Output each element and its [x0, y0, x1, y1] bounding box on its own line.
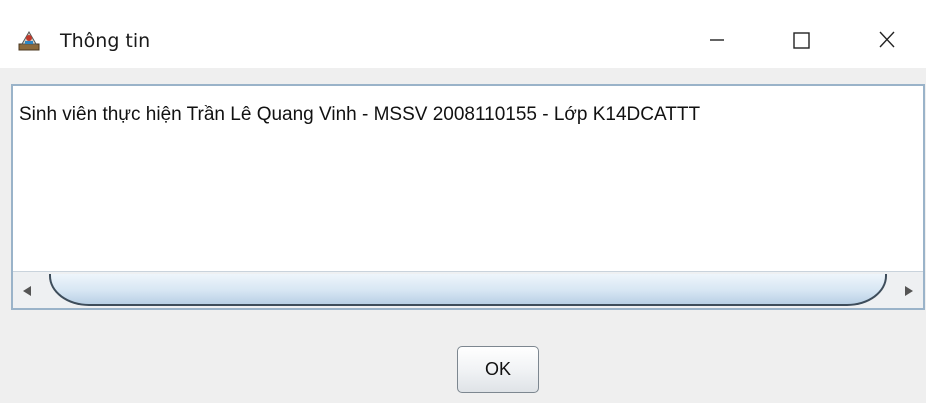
message-scroll-pane[interactable]: Sinh viên thực hiện Trần Lê Quang Vinh -… [11, 84, 925, 310]
close-icon [879, 31, 895, 48]
minimize-button[interactable] [694, 20, 740, 60]
maximize-icon [793, 32, 810, 49]
scroll-right-button[interactable] [893, 272, 923, 308]
scroll-left-arrow-icon [23, 286, 31, 296]
window-title: Thông tin [60, 30, 151, 52]
scroll-right-arrow-icon [905, 286, 913, 296]
ok-button[interactable]: OK [457, 346, 539, 393]
close-button[interactable] [864, 20, 910, 60]
horizontal-scrollbar[interactable] [13, 271, 923, 308]
title-bar[interactable]: Thông tin [0, 0, 926, 68]
java-app-icon [18, 29, 40, 51]
maximize-button[interactable] [778, 20, 824, 60]
message-text[interactable]: Sinh viên thực hiện Trần Lê Quang Vinh -… [19, 103, 700, 127]
message-dialog: Thông tin Sinh viên thực hiện Trần Lê Qu… [0, 0, 926, 403]
dialog-content: Sinh viên thực hiện Trần Lê Quang Vinh -… [0, 68, 926, 403]
scroll-left-button[interactable] [13, 272, 43, 308]
minimize-icon [710, 39, 724, 41]
scroll-thumb[interactable] [49, 274, 887, 306]
